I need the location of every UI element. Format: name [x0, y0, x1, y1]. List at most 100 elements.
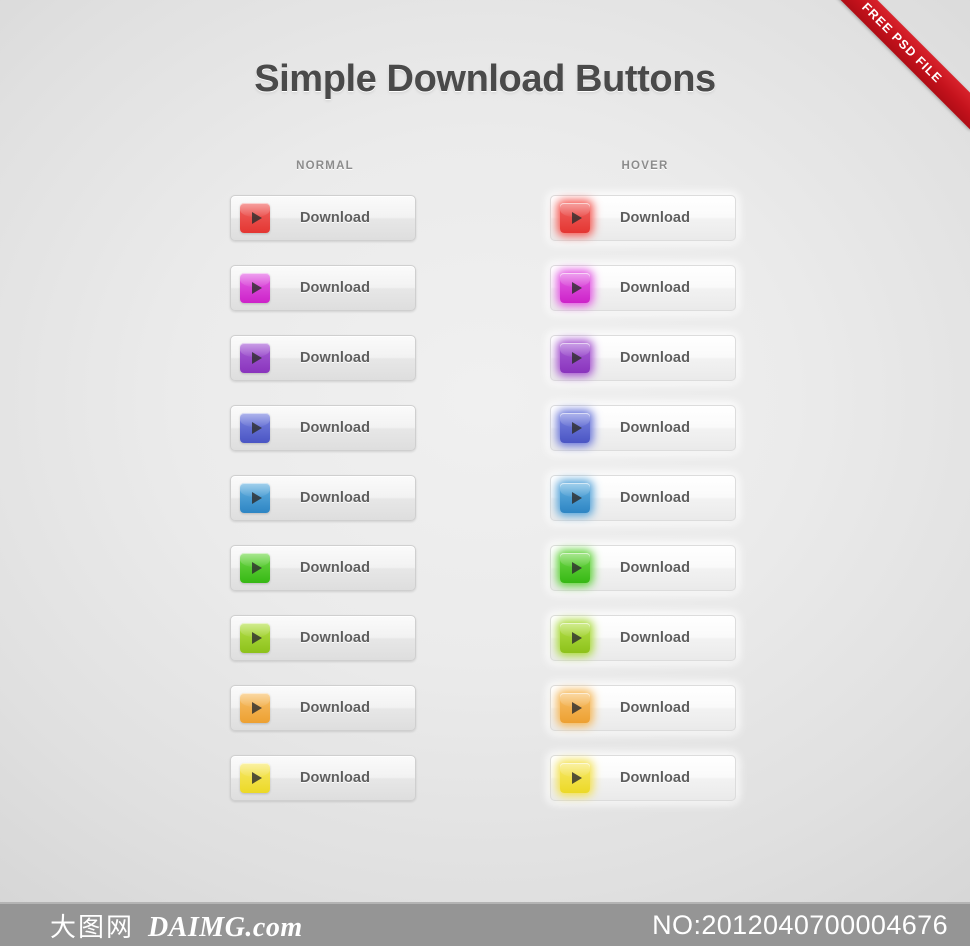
- download-button-orange-normal[interactable]: Download: [230, 685, 416, 731]
- play-triangle: [251, 352, 262, 364]
- play-triangle: [571, 702, 582, 714]
- play-icon: [240, 483, 270, 513]
- download-button-label: Download: [299, 630, 371, 646]
- column-header-normal: NORMAL: [296, 160, 354, 172]
- button-row: Download: [230, 545, 420, 591]
- column-normal: NORMAL Download Download Download Download Do…: [230, 160, 420, 801]
- play-triangle: [571, 772, 582, 784]
- download-button-label: Download: [619, 700, 691, 716]
- download-button-indigo-hover[interactable]: Download: [550, 405, 736, 451]
- play-triangle: [571, 212, 582, 224]
- download-button-green-normal[interactable]: Download: [230, 545, 416, 591]
- columns-container: NORMAL Download Download Download Download Do…: [0, 160, 970, 801]
- download-button-blue-hover[interactable]: Download: [550, 475, 736, 521]
- play-triangle: [251, 212, 262, 224]
- button-row: Download: [230, 195, 420, 241]
- play-triangle: [571, 562, 582, 574]
- button-row: Download: [230, 615, 420, 661]
- download-button-green-hover[interactable]: Download: [550, 545, 736, 591]
- download-button-label: Download: [619, 280, 691, 296]
- button-row: Download: [230, 685, 420, 731]
- play-triangle: [251, 562, 262, 574]
- download-button-purple-hover[interactable]: Download: [550, 335, 736, 381]
- download-button-red-normal[interactable]: Download: [230, 195, 416, 241]
- serial-number: NO:2012040700004676: [652, 909, 948, 940]
- play-triangle: [251, 702, 262, 714]
- play-icon: [240, 693, 270, 723]
- play-icon: [240, 343, 270, 373]
- column-header-hover: HOVER: [621, 160, 669, 172]
- play-triangle: [571, 492, 582, 504]
- play-triangle: [571, 632, 582, 644]
- download-button-yellow-hover[interactable]: Download: [550, 755, 736, 801]
- download-button-magenta-hover[interactable]: Download: [550, 265, 736, 311]
- play-icon: [240, 553, 270, 583]
- download-button-blue-normal[interactable]: Download: [230, 475, 416, 521]
- download-button-magenta-normal[interactable]: Download: [230, 265, 416, 311]
- download-button-label: Download: [299, 420, 371, 436]
- brand: 大图网 DAIMG.com: [50, 907, 303, 944]
- download-button-label: Download: [619, 630, 691, 646]
- download-button-label: Download: [299, 700, 371, 716]
- download-button-purple-normal[interactable]: Download: [230, 335, 416, 381]
- play-icon: [560, 203, 590, 233]
- play-icon: [560, 273, 590, 303]
- play-triangle: [571, 282, 582, 294]
- button-row: Download: [550, 755, 740, 801]
- download-button-label: Download: [619, 490, 691, 506]
- button-row: Download: [550, 685, 740, 731]
- download-button-label: Download: [299, 350, 371, 366]
- brand-cn-label: 大图网: [50, 912, 135, 943]
- play-triangle: [251, 772, 262, 784]
- button-row: Download: [550, 545, 740, 591]
- download-button-label: Download: [299, 210, 371, 226]
- button-row: Download: [230, 405, 420, 451]
- play-icon: [240, 763, 270, 793]
- download-button-label: Download: [619, 350, 691, 366]
- play-icon: [560, 623, 590, 653]
- play-triangle: [251, 492, 262, 504]
- download-button-label: Download: [619, 210, 691, 226]
- button-row: Download: [550, 615, 740, 661]
- download-button-label: Download: [299, 560, 371, 576]
- download-button-label: Download: [619, 560, 691, 576]
- button-row: Download: [230, 335, 420, 381]
- play-icon: [240, 623, 270, 653]
- download-button-red-hover[interactable]: Download: [550, 195, 736, 241]
- play-icon: [240, 273, 270, 303]
- download-button-label: Download: [619, 770, 691, 786]
- download-button-label: Download: [299, 770, 371, 786]
- download-button-label: Download: [299, 280, 371, 296]
- watermark-footer: 大图网 DAIMG.com NO:2012040700004676: [0, 902, 970, 946]
- play-triangle: [251, 282, 262, 294]
- button-row: Download: [550, 335, 740, 381]
- play-icon: [240, 203, 270, 233]
- download-button-orange-hover[interactable]: Download: [550, 685, 736, 731]
- download-button-yellow-normal[interactable]: Download: [230, 755, 416, 801]
- download-button-lime-normal[interactable]: Download: [230, 615, 416, 661]
- button-row: Download: [230, 265, 420, 311]
- play-triangle: [571, 352, 582, 364]
- button-row: Download: [550, 195, 740, 241]
- download-button-label: Download: [619, 420, 691, 436]
- page-title: Simple Download Buttons: [254, 58, 716, 100]
- play-icon: [560, 343, 590, 373]
- play-icon: [560, 693, 590, 723]
- button-row: Download: [550, 265, 740, 311]
- play-triangle: [571, 422, 582, 434]
- play-triangle: [251, 422, 262, 434]
- download-button-label: Download: [299, 490, 371, 506]
- play-icon: [560, 553, 590, 583]
- button-row: Download: [550, 405, 740, 451]
- button-row: Download: [550, 475, 740, 521]
- button-row: Download: [230, 475, 420, 521]
- brand-en-label: DAIMG.com: [148, 911, 303, 943]
- download-button-lime-hover[interactable]: Download: [550, 615, 736, 661]
- play-icon: [560, 483, 590, 513]
- button-board: NORMAL Download Download Download Download Do…: [0, 160, 970, 801]
- play-icon: [560, 763, 590, 793]
- play-icon: [240, 413, 270, 443]
- play-icon: [560, 413, 590, 443]
- download-button-indigo-normal[interactable]: Download: [230, 405, 416, 451]
- play-triangle: [251, 632, 262, 644]
